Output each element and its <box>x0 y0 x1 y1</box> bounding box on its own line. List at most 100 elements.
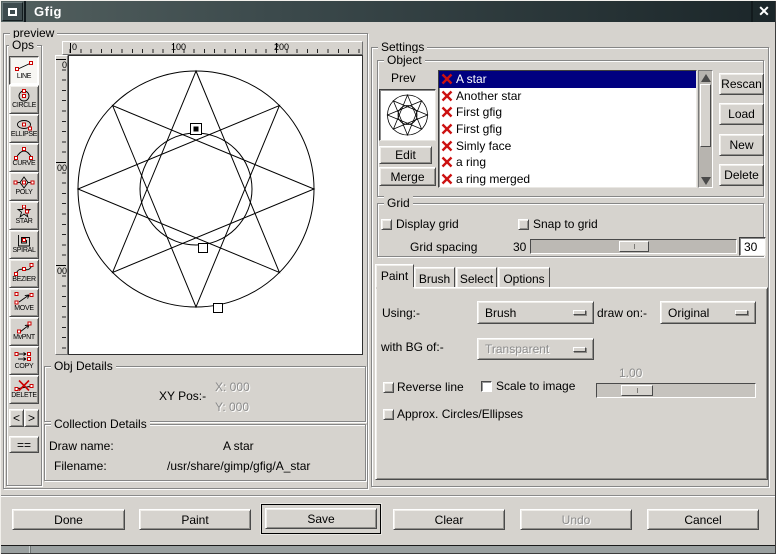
dropdown-indicator-icon <box>735 310 748 315</box>
object-preview-thumbnail <box>379 89 436 141</box>
progress-bar <box>1 545 775 553</box>
scale-slider-handle[interactable] <box>621 385 653 396</box>
scrollbar-thumb[interactable] <box>700 84 711 147</box>
object-x-icon <box>441 123 453 135</box>
tool-move-button[interactable]: MOVE <box>9 288 39 317</box>
gfig-dialog: Gfig ✕ preview Ops LINE CIRCLE ELLIPSE C… <box>0 0 776 554</box>
tool-copy-button[interactable]: COPY <box>9 346 39 375</box>
approx-circles-label: Approx. Circles/Ellipses <box>397 407 523 421</box>
list-item[interactable]: First gfig <box>439 121 696 138</box>
tool-curve-button[interactable]: CURVE <box>9 143 39 172</box>
prev-label: Prev <box>391 71 416 85</box>
vertical-ruler: 0 100 200 <box>55 55 68 355</box>
tool-poly-button[interactable]: POLY <box>9 172 39 201</box>
star-figure <box>69 56 362 354</box>
grid-spacing-handle[interactable] <box>619 241 649 252</box>
new-button[interactable]: New <box>719 134 764 156</box>
object-x-icon <box>441 140 453 152</box>
tool-line-button[interactable]: LINE <box>9 56 39 85</box>
hruler-label-200: 200 <box>274 42 289 52</box>
selected-control-point <box>191 124 202 135</box>
drawing-canvas[interactable] <box>68 55 363 355</box>
delete-icon <box>13 379 35 392</box>
merge-button[interactable]: Merge <box>379 167 436 186</box>
tab-paint[interactable]: Paint <box>375 264 414 288</box>
tool-delete-button[interactable]: DELETE <box>9 375 39 404</box>
filename-value: /usr/share/gimp/gfig/A_star <box>167 459 310 473</box>
tab-select[interactable]: Select <box>456 267 497 288</box>
object-x-icon <box>441 173 453 185</box>
hruler-label-100: 100 <box>171 42 186 52</box>
rescan-button[interactable]: Rescan <box>719 73 764 95</box>
load-button[interactable]: Load <box>719 103 764 125</box>
list-item[interactable]: a ring merged <box>439 171 696 188</box>
horizontal-ruler: 0 100 200 <box>62 41 363 55</box>
vruler-label-200: 200 <box>57 266 67 276</box>
grid-spacing-entry[interactable]: 30 <box>739 237 766 256</box>
poly-icon <box>13 176 35 189</box>
list-item[interactable]: a ring <box>439 154 696 171</box>
prev-object-button[interactable]: < <box>9 409 24 427</box>
tool-circle-button[interactable]: CIRCLE <box>9 85 39 114</box>
object-x-icon <box>441 156 453 168</box>
show-all-button[interactable]: == <box>9 436 39 453</box>
snap-to-grid-checkbox[interactable] <box>518 219 529 230</box>
tool-mvpnt-button[interactable]: MvPNT <box>9 317 39 346</box>
spiral-icon <box>13 234 35 247</box>
with-bg-label: with BG of:- <box>381 340 444 354</box>
tool-bezier-button[interactable]: BEZIER <box>9 259 39 288</box>
tab-brush[interactable]: Brush <box>414 267 455 288</box>
scale-slider[interactable] <box>596 383 756 398</box>
line-icon <box>13 60 35 73</box>
bg-dropdown[interactable]: Transparent <box>477 338 594 360</box>
iconify-button[interactable] <box>2 2 23 21</box>
reverse-line-checkbox[interactable] <box>383 382 394 393</box>
vruler-label-0: 0 <box>57 60 67 70</box>
tool-ellipse-button[interactable]: ELLIPSE <box>9 114 39 143</box>
bezier-icon <box>13 263 35 276</box>
edit-button[interactable]: Edit <box>379 146 432 164</box>
done-button[interactable]: Done <box>12 509 125 530</box>
collection-details-frame: Collection Details Draw name: A star Fil… <box>44 424 366 481</box>
object-list[interactable]: A star Another star First gfig First gfi… <box>438 70 697 188</box>
scroll-down-arrow[interactable] <box>700 175 711 186</box>
close-button[interactable]: ✕ <box>751 1 775 22</box>
approx-circles-checkbox[interactable] <box>383 409 394 420</box>
scroll-up-arrow[interactable] <box>700 72 711 83</box>
action-separator <box>1 495 775 497</box>
iconify-icon <box>8 8 17 16</box>
draw-on-dropdown[interactable]: Original <box>660 301 756 324</box>
next-object-button[interactable]: > <box>24 409 39 427</box>
delete-button[interactable]: Delete <box>719 164 764 186</box>
tool-star-button[interactable]: STAR <box>9 201 39 230</box>
list-item[interactable]: First gfig <box>439 104 696 121</box>
tab-options[interactable]: Options <box>498 267 550 288</box>
tool-spiral-button[interactable]: SPIRAL <box>9 230 39 259</box>
reverse-line-label: Reverse line <box>397 380 464 394</box>
grid-spacing-slider[interactable] <box>530 239 737 254</box>
draw-name-label: Draw name: <box>49 439 114 453</box>
undo-button[interactable]: Undo <box>520 509 632 530</box>
cancel-button[interactable]: Cancel <box>647 509 759 530</box>
object-list-scrollbar[interactable] <box>698 70 713 188</box>
xy-pos-label: XY Pos:- <box>159 389 206 403</box>
grid-spacing-label: Grid spacing <box>410 240 477 254</box>
list-item[interactable]: Simly face <box>439 137 696 154</box>
list-item[interactable]: Another star <box>439 88 696 105</box>
scale-value-label: 1.00 <box>619 366 642 380</box>
titlebar[interactable]: Gfig ✕ <box>1 1 775 22</box>
using-dropdown[interactable]: Brush <box>477 301 594 324</box>
list-item[interactable]: A star <box>439 71 696 88</box>
grid-frame-label: Grid <box>384 196 413 210</box>
obj-details-frame: Obj Details XY Pos:- X: 000 Y: 000 <box>44 366 366 422</box>
paint-button[interactable]: Paint <box>139 509 251 530</box>
display-grid-checkbox[interactable] <box>381 219 392 230</box>
scale-to-image-checkbox[interactable] <box>481 381 492 392</box>
titlebar-divider <box>24 1 26 22</box>
save-button[interactable]: Save <box>265 508 377 529</box>
object-x-icon <box>441 106 453 118</box>
object-x-icon <box>441 73 453 85</box>
copy-icon <box>13 350 35 363</box>
clear-button[interactable]: Clear <box>393 509 505 530</box>
settings-frame-label: Settings <box>378 40 427 54</box>
